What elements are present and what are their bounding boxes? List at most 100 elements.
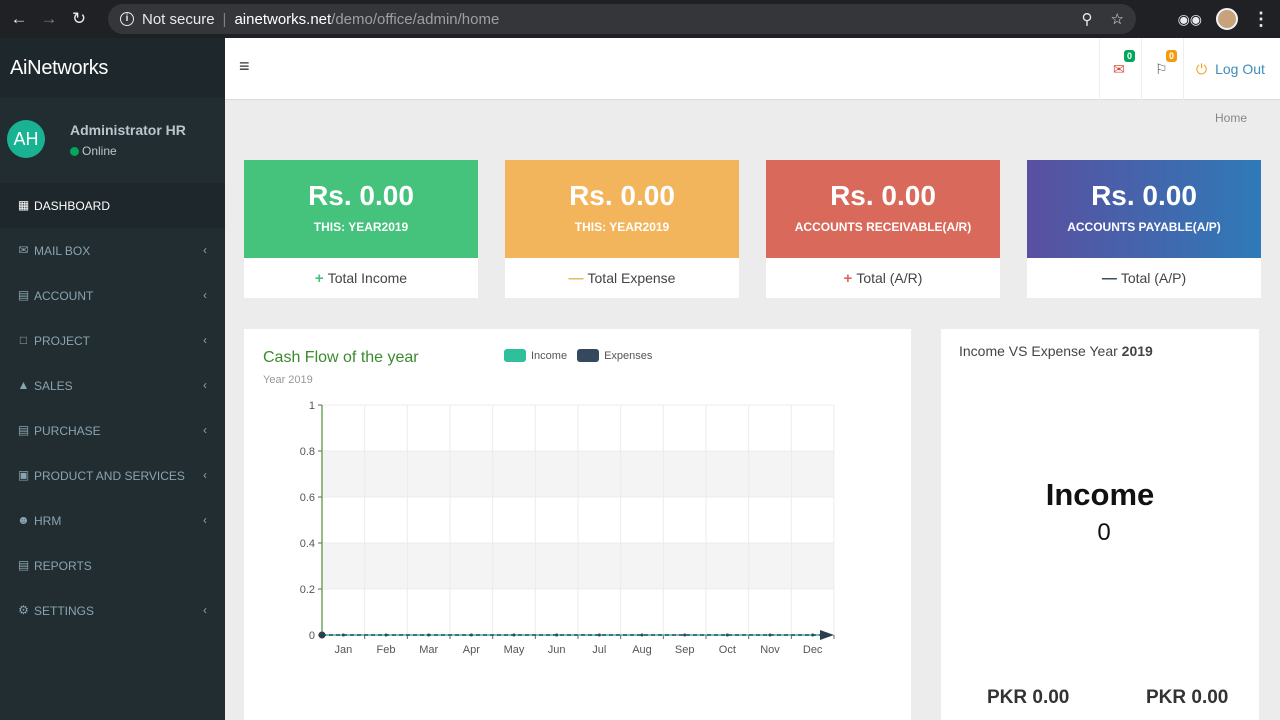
reload-icon[interactable]: ↻ [68, 9, 90, 29]
back-icon[interactable]: ← [8, 9, 30, 29]
notifications-count-badge: 0 [1166, 50, 1177, 62]
sidebar-item-label: DASHBOARD [34, 198, 111, 213]
power-icon: ⏻ [1196, 60, 1208, 77]
receivable-footer-label: Total (A/R) [856, 270, 923, 286]
browser-toolbar: ← → ↻ i Not secure | ainetworks.net/demo… [0, 0, 1280, 38]
sidebar-item-sales[interactable]: ▲ SALES ‹ [0, 363, 225, 408]
sidebar-item-label: PROJECT [34, 333, 91, 348]
x-tick-label: Dec [803, 644, 823, 656]
receivable-caption: ACCOUNTS RECEIVABLE(A/R) [794, 220, 972, 234]
security-label: Not secure [142, 10, 215, 28]
data-point-expenses [341, 633, 345, 637]
data-point-expenses [683, 633, 687, 637]
payable-card-header: Rs. 0.00 ACCOUNTS PAYABLE(A/P) [1027, 160, 1261, 258]
sidebar-item-account[interactable]: ▤ ACCOUNT ‹ [0, 273, 225, 318]
y-tick-label: 0.2 [300, 584, 315, 596]
forward-icon[interactable]: → [38, 9, 60, 29]
sidebar-item-label: REPORTS [34, 558, 92, 573]
income-caption: THIS: YEAR2019 [313, 220, 409, 234]
expense-card-header: Rs. 0.00 THIS: YEAR2019 [505, 160, 739, 258]
sidebar-item-settings[interactable]: ⚙ SETTINGS ‹ [0, 588, 225, 633]
browser-menu-icon[interactable]: ⋮ [1252, 9, 1270, 30]
receivable-card-footer[interactable]: + Total (A/R) [766, 258, 1000, 298]
brand-logo[interactable]: AiNetworks [0, 38, 225, 98]
address-bar[interactable]: i Not secure | ainetworks.net/demo/offic… [108, 4, 1136, 34]
y-tick-label: 1 [309, 400, 315, 412]
income-footer-label: Total Income [327, 270, 408, 286]
x-tick-label: Sep [675, 644, 695, 656]
hamburger-menu-icon[interactable]: ≡ [239, 56, 250, 77]
user-name: Administrator HR [70, 122, 186, 138]
sidebar-item-hrm[interactable]: ☻ HRM ‹ [0, 498, 225, 543]
sidebar-item-purchase[interactable]: ▤ PURCHASE ‹ [0, 408, 225, 453]
data-point-expenses [555, 633, 559, 637]
sidebar-item-product-and-services[interactable]: ▣ PRODUCT AND SERVICES ‹ [0, 453, 225, 498]
series-end-arrow [820, 630, 834, 640]
sidebar-item-label: ACCOUNT [34, 288, 94, 303]
receivable-amount: Rs. 0.00 [830, 180, 936, 211]
logout-button[interactable]: ⏻ Log Out [1183, 38, 1280, 100]
sidebar-item-mail-box[interactable]: ✉ MAIL BOX ‹ [0, 228, 225, 273]
url-domain: ainetworks.net [234, 10, 332, 28]
data-point-expenses [597, 633, 601, 637]
user-icon: ☻ [17, 513, 30, 527]
income-amount: Rs. 0.00 [308, 180, 414, 211]
expense-card-footer[interactable]: — Total Expense [505, 258, 739, 298]
chevron-left-icon: ‹ [203, 333, 207, 347]
payable-card-footer[interactable]: — Total (A/P) [1027, 258, 1261, 298]
expense-footer-label: Total Expense [587, 270, 676, 286]
mail-icon: ✉ [18, 243, 29, 257]
sidebar-item-label: SETTINGS [34, 603, 95, 618]
payable-amount: Rs. 0.00 [1091, 180, 1197, 211]
data-point-expenses [768, 633, 772, 637]
messages-button[interactable]: ✉ 0 [1099, 38, 1141, 100]
y-tick-label: 0 [309, 630, 315, 642]
series-start-marker [318, 631, 326, 639]
data-point-expenses [512, 633, 516, 637]
x-tick-label: Oct [719, 644, 736, 656]
gear-icon: ⚙ [18, 603, 29, 617]
url-path: /demo/office/admin/home [331, 10, 500, 28]
incognito-icon[interactable]: ◉◉ [1178, 11, 1202, 28]
income-card-footer[interactable]: + Total Income [244, 258, 478, 298]
cash-flow-chart: 0 0.2 0.4 0.6 0.8 1 Jan Feb Mar Apr May Jun Jul Aug Se… [300, 400, 835, 656]
cash-flow-panel: Cash Flow of the year Year 2019 Income E… [244, 329, 911, 720]
info-icon[interactable]: i [120, 12, 134, 26]
sidebar-item-dashboard[interactable]: ▦ DASHBOARD [0, 183, 225, 228]
x-tick-label: Jul [592, 644, 606, 656]
ive-center-value: 0 [1097, 519, 1111, 546]
x-tick-label: Feb [377, 644, 396, 656]
notifications-button[interactable]: ⚐ 0 [1141, 38, 1183, 100]
minus-icon: — [568, 269, 584, 287]
omnibox-divider: | [222, 10, 227, 28]
data-point-expenses [640, 633, 644, 637]
user-status-label: Online [82, 144, 117, 158]
bookmark-star-icon[interactable]: ☆ [1111, 10, 1124, 28]
chevron-left-icon: ‹ [203, 378, 207, 392]
chevron-left-icon: ‹ [203, 423, 207, 437]
expense-caption: THIS: YEAR2019 [574, 220, 670, 234]
sidebar-item-label: PURCHASE [34, 423, 101, 438]
income-card-header: Rs. 0.00 THIS: YEAR2019 [244, 160, 478, 258]
breadcrumb[interactable]: Home [1215, 111, 1247, 125]
plus-icon: + [843, 269, 853, 287]
payable-footer-label: Total (A/P) [1120, 270, 1187, 286]
x-tick-label: Nov [760, 644, 780, 656]
x-tick-label: May [504, 644, 525, 656]
expense-total: PKR 0.00 [1146, 687, 1229, 708]
sidebar-item-project[interactable]: □ PROJECT ‹ [0, 318, 225, 363]
zoom-icon[interactable]: ⚲ [1082, 10, 1093, 28]
chevron-left-icon: ‹ [203, 243, 207, 257]
income-card: Rs. 0.00 THIS: YEAR2019 + Total Income [244, 160, 478, 298]
chevron-left-icon: ‹ [203, 288, 207, 302]
profile-avatar[interactable] [1216, 8, 1238, 30]
chevron-left-icon: ‹ [203, 603, 207, 617]
payable-card: Rs. 0.00 ACCOUNTS PAYABLE(A/P) — Total (… [1027, 160, 1261, 298]
sidebar-menu: ▦ DASHBOARD ✉ MAIL BOX ‹ ▤ ACCOUNT ‹ □ P… [0, 183, 225, 633]
sidebar-item-reports[interactable]: ▤ REPORTS [0, 543, 225, 588]
envelope-icon: ✉ [1113, 61, 1125, 77]
expense-amount: Rs. 0.00 [569, 180, 675, 211]
ive-title-year: 2019 [1121, 343, 1153, 359]
y-tick-label: 0.6 [300, 492, 315, 504]
y-tick-label: 0.8 [300, 446, 315, 458]
